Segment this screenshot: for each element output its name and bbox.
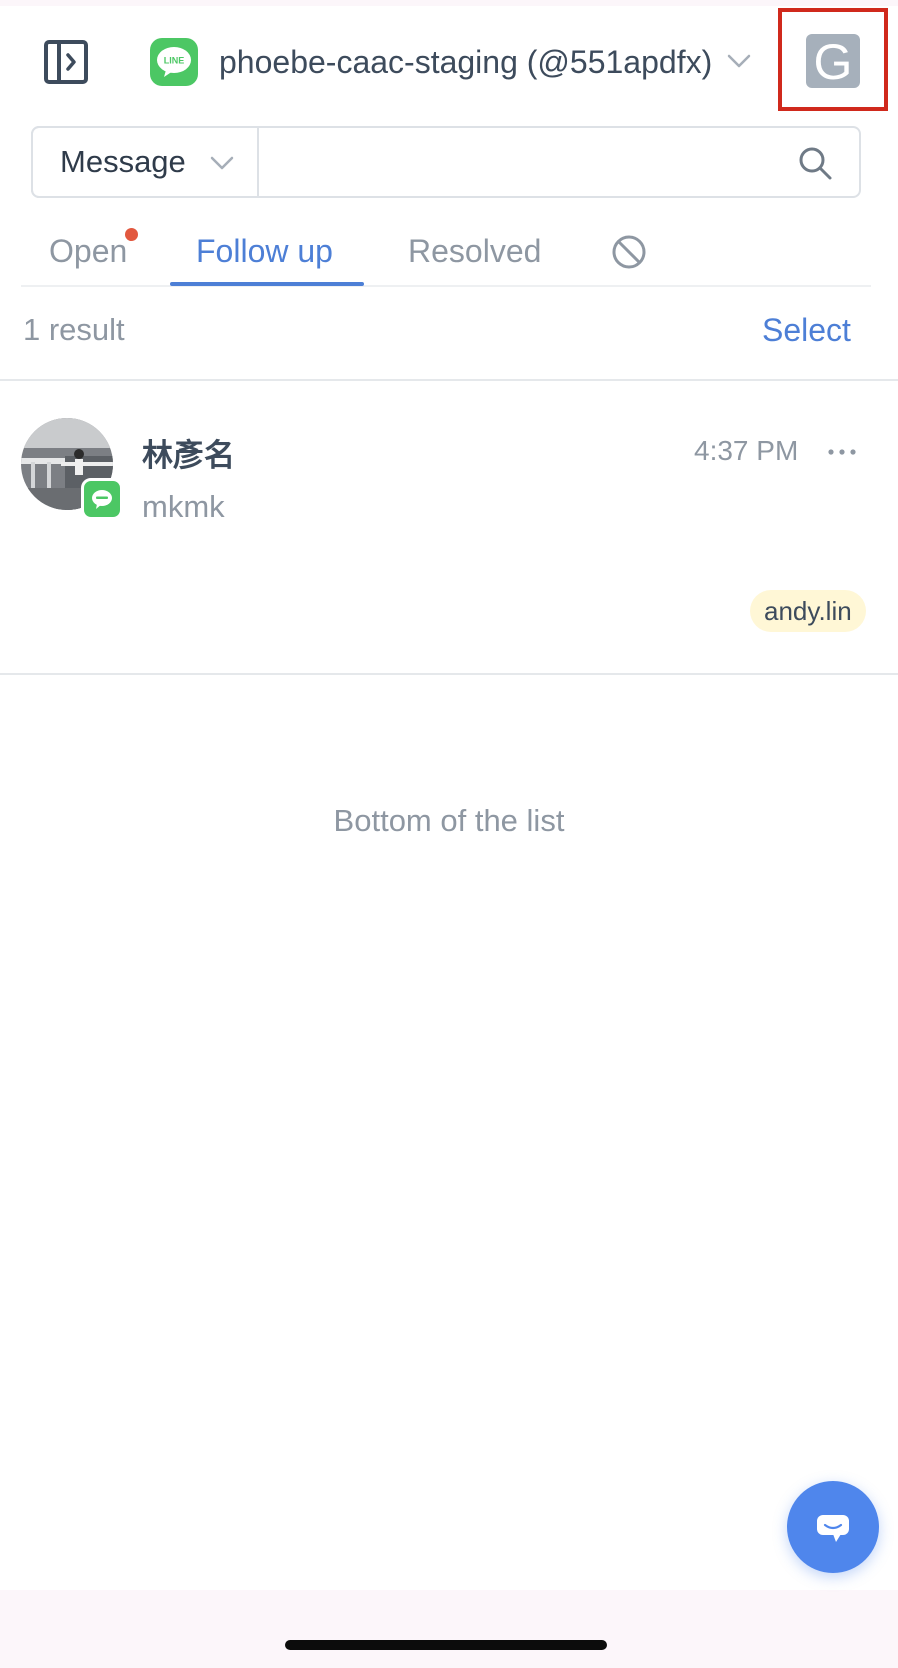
more-icon[interactable] [826, 436, 858, 468]
sidebar-toggle-icon[interactable] [44, 40, 88, 84]
tab-open[interactable]: Open [49, 228, 127, 274]
top-status-tint [0, 0, 898, 6]
select-button[interactable]: Select [762, 312, 851, 349]
chat-bubble-icon [817, 1515, 849, 1542]
list-end-label: Bottom of the list [333, 803, 565, 838]
assignee-tag: andy.lin [750, 590, 866, 632]
message-time: 4:37 PM [694, 435, 799, 466]
search-icon[interactable] [797, 145, 833, 181]
chat-support-button[interactable] [787, 1481, 879, 1573]
line-logo-text: LINE [164, 56, 185, 66]
chevron-down-icon [210, 156, 234, 170]
line-app-icon: LINE [150, 38, 198, 86]
unread-dot [125, 228, 138, 241]
line-icon [81, 478, 123, 520]
channel-name[interactable]: phoebe-caac-staging (@551apdfx) [219, 40, 712, 84]
list-divider [0, 673, 898, 675]
home-indicator [285, 1640, 607, 1650]
bottom-tint [0, 1590, 898, 1668]
search-type-dropdown[interactable]: Message [31, 126, 259, 198]
search-type-label: Message [60, 144, 186, 179]
result-count: 1 result [23, 312, 125, 347]
chevron-down-icon[interactable] [726, 48, 752, 74]
search-input[interactable] [260, 128, 780, 196]
tab-follow-up[interactable]: Follow up [196, 228, 333, 274]
list-divider [0, 379, 898, 381]
active-tab-indicator [170, 282, 364, 286]
tabs-divider [21, 285, 871, 287]
contact-name: 林彥名 [142, 438, 235, 474]
block-icon[interactable] [611, 234, 647, 270]
account-avatar[interactable]: G [806, 34, 860, 90]
message-preview: mkmk [142, 489, 225, 524]
tab-resolved[interactable]: Resolved [408, 228, 541, 274]
